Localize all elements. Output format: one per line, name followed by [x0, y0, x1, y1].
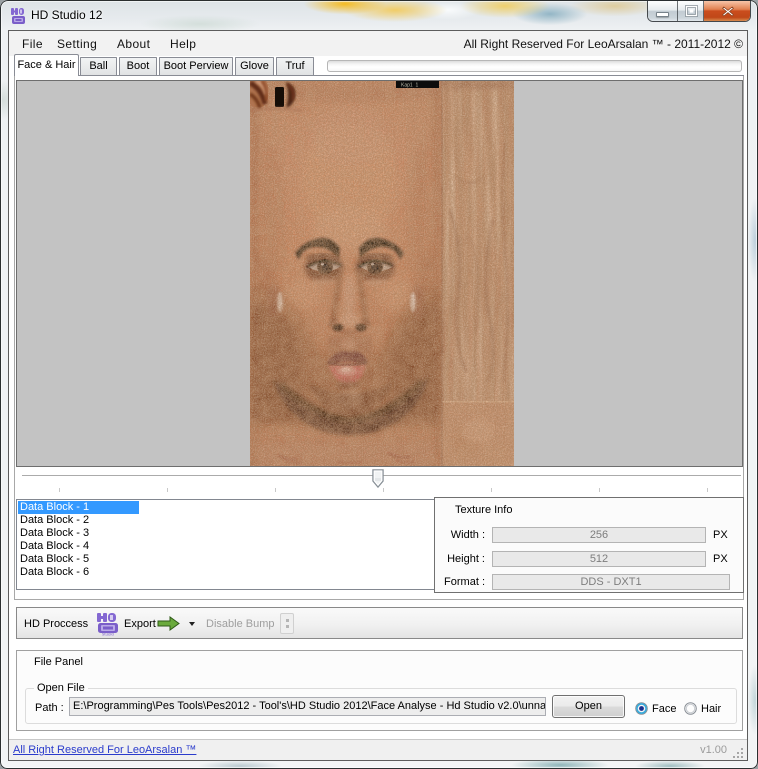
svg-text:studio: studio: [102, 632, 115, 637]
svg-text:Kap1 1: Kap1 1: [401, 83, 418, 89]
